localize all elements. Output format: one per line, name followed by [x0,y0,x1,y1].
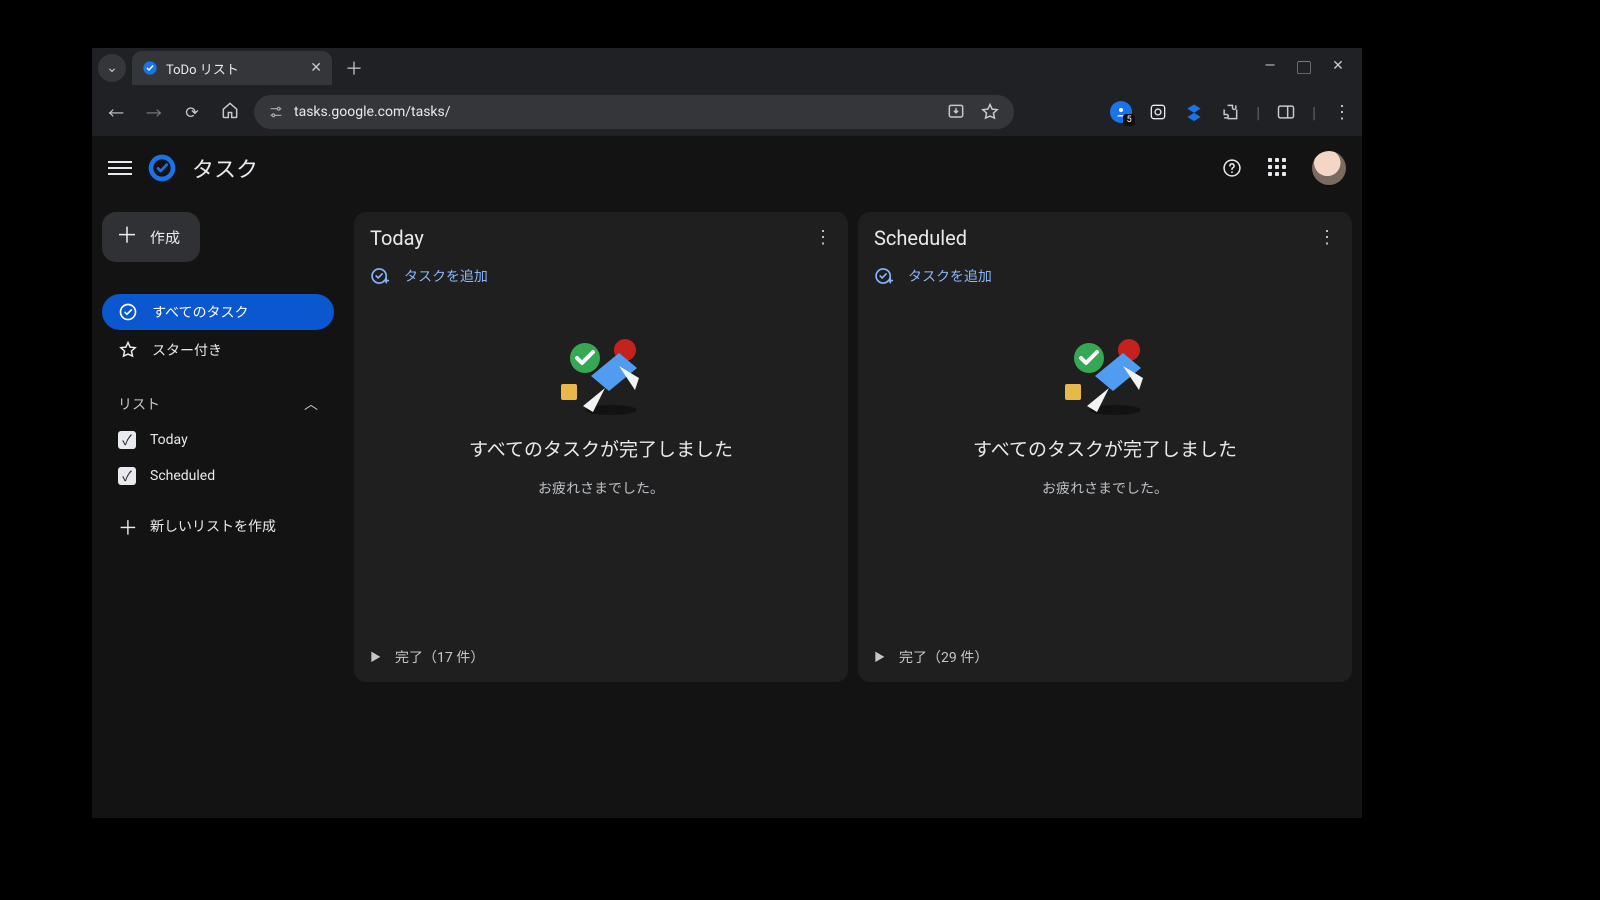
extension-icon-1[interactable] [1148,102,1168,122]
add-task-icon [370,266,390,286]
nav-forward-button[interactable]: → [140,100,168,124]
boards-container: Today ⋮ タスクを追加 [344,200,1362,818]
board-title: Today [370,226,424,250]
plus-icon: ＋ [116,226,138,248]
kebab-icon: ⋮ [1333,102,1351,123]
add-task-button[interactable]: タスクを追加 [370,260,832,292]
lists-header-label: リスト [118,394,160,414]
nav-home-button[interactable] [216,100,244,124]
completed-label: 完了（29 件） [899,647,988,667]
sidebar-item-starred[interactable]: スター付き [102,332,334,368]
extension-icon-2[interactable] [1184,102,1204,122]
app-title: タスク [192,152,258,184]
tasks-favicon-icon [142,60,158,76]
site-security-chip[interactable] [268,104,284,120]
create-label: 作成 [150,227,180,248]
main-menu-button[interactable] [108,156,132,180]
empty-heading: すべてのタスクが完了しました [370,436,832,464]
add-task-label: タスクを追加 [404,266,488,286]
address-bar[interactable]: tasks.google.com/tasks/ [254,95,1014,129]
empty-subtext: お疲れさまでした。 [370,478,832,498]
board-today: Today ⋮ タスクを追加 [354,212,848,682]
new-list-label: 新しいリストを作成 [150,516,276,536]
apps-grid-icon [1268,158,1288,178]
board-title: Scheduled [874,226,967,250]
chevron-down-icon: ⌄ [106,60,118,76]
google-apps-button[interactable] [1266,156,1290,180]
tune-icon [268,104,284,120]
sidebar-item-all-tasks[interactable]: すべてのタスク [102,294,334,330]
nav-reload-button[interactable]: ⟳ [178,103,206,122]
add-task-label: タスクを追加 [908,266,992,286]
browser-tabbar: ⌄ ToDo リスト ✕ ＋ — ▢ ✕ [92,48,1362,88]
add-task-icon [874,266,894,286]
sidebar: ＋ 作成 すべてのタスク スター付き [92,200,344,818]
board-scheduled: Scheduled ⋮ タスクを追加 [858,212,1352,682]
checkbox-checked-icon[interactable]: ✓ [118,467,136,485]
browser-toolbar: ← → ⟳ tasks.google.com/tasks/ [92,88,1362,136]
caret-right-icon: ▶ [874,649,885,665]
panel-icon [1276,102,1296,122]
create-task-button[interactable]: ＋ 作成 [102,212,200,262]
profile-icon [1115,106,1127,118]
window-maximize-button[interactable]: ▢ [1296,58,1312,78]
empty-state: すべてのタスクが完了しました お疲れさまでした。 [370,328,832,498]
empty-state: すべてのタスクが完了しました お疲れさまでした。 [874,328,1336,498]
profile-extension-badge[interactable] [1110,101,1132,123]
plus-icon: ＋ [118,512,136,541]
sidebar-item-label: すべてのタスク [152,302,248,322]
new-tab-button[interactable]: ＋ [340,54,368,82]
caret-right-icon: ▶ [370,649,381,665]
window-close-button[interactable]: ✕ [1330,58,1346,78]
puzzle-icon [1220,102,1240,122]
lists-section-header[interactable]: リスト ︿ [102,386,334,422]
board-menu-button[interactable]: ⋮ [1318,229,1336,247]
empty-heading: すべてのタスクが完了しました [874,436,1336,464]
empty-subtext: お疲れさまでした。 [874,478,1336,498]
tab-title: ToDo リスト [166,59,239,78]
tab-search-button[interactable]: ⌄ [98,54,126,82]
chevron-up-icon: ︿ [304,394,318,414]
chrome-menu-button[interactable]: ⋮ [1332,102,1352,122]
check-circle-icon [118,302,138,322]
empty-illustration [1045,328,1165,418]
star-icon [118,340,138,360]
checkbox-checked-icon[interactable]: ✓ [118,431,136,449]
list-item-label: Scheduled [150,468,215,484]
completed-label: 完了（17 件） [395,647,484,667]
side-panel-button[interactable] [1276,102,1296,122]
app-header: タスク [92,136,1362,200]
account-avatar[interactable] [1312,151,1346,185]
browser-tab[interactable]: ToDo リスト ✕ [132,51,332,85]
completed-toggle[interactable]: ▶ 完了（17 件） [370,634,832,670]
window-controls: — ▢ ✕ [1262,58,1356,78]
board-menu-button[interactable]: ⋮ [814,229,832,247]
sidebar-item-label: スター付き [152,340,222,360]
nav-back-button[interactable]: ← [102,100,130,124]
new-list-button[interactable]: ＋ 新しいリストを作成 [102,508,334,544]
help-button[interactable] [1220,156,1244,180]
url-text: tasks.google.com/tasks/ [294,104,451,120]
install-app-icon[interactable] [946,102,966,122]
extensions-button[interactable] [1220,102,1240,122]
tab-close-button[interactable]: ✕ [310,61,322,75]
tasks-logo-icon [146,152,178,184]
bookmark-star-icon[interactable] [980,102,1000,122]
window-minimize-button[interactable]: — [1262,58,1278,78]
help-icon [1222,158,1242,178]
home-icon [220,100,240,120]
completed-toggle[interactable]: ▶ 完了（29 件） [874,634,1336,670]
empty-illustration [541,328,661,418]
tasks-app: タスク ＋ 作成 [92,136,1362,818]
add-task-button[interactable]: タスクを追加 [874,260,1336,292]
list-item-scheduled[interactable]: ✓ Scheduled [102,458,334,494]
list-item-today[interactable]: ✓ Today [102,422,334,458]
list-item-label: Today [150,432,188,448]
